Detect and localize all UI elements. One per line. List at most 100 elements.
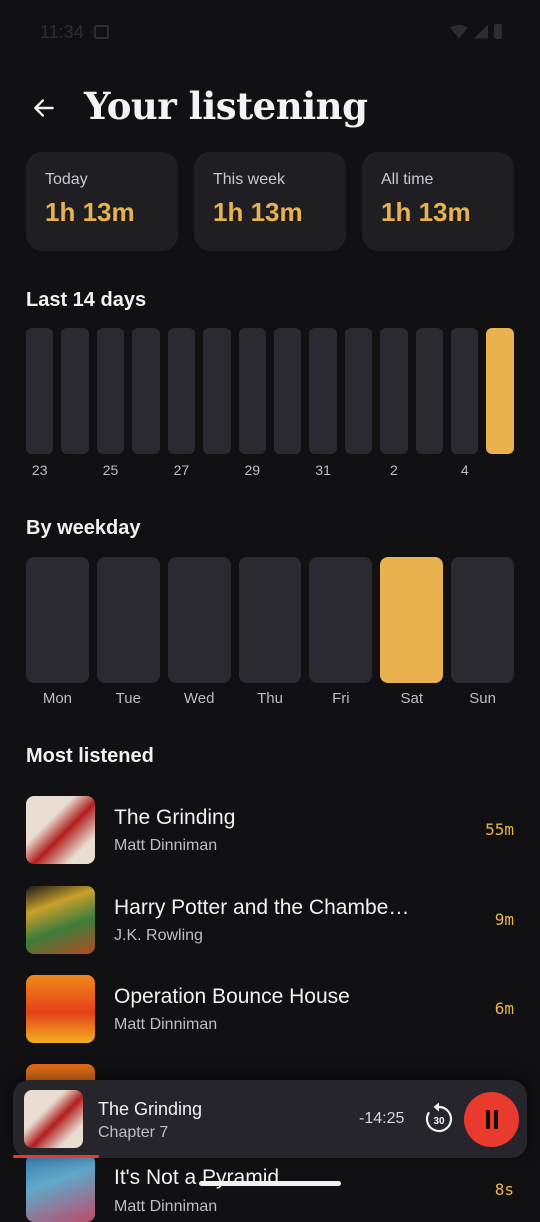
page-title: Your listening — [84, 84, 368, 128]
listen-time: 6m — [494, 999, 514, 1018]
book-cover — [26, 796, 95, 864]
day-tick-label: 4 — [460, 462, 469, 478]
day-bar — [238, 328, 266, 454]
day-bar — [309, 328, 337, 454]
status-bar: 11:34 — [0, 0, 540, 66]
weekday-bar — [26, 557, 89, 683]
pause-button[interactable] — [464, 1092, 519, 1147]
day-bar — [203, 328, 231, 454]
day-bar — [61, 328, 89, 454]
book-title: Operation Bounce House — [114, 985, 350, 1008]
listen-time: 55m — [485, 820, 514, 839]
weekday-bar — [167, 557, 231, 683]
day-tick-label: 31 — [315, 462, 331, 478]
stat-card-all-time: All time 1h 13m — [362, 152, 514, 251]
day-tick-label: 2 — [390, 462, 398, 478]
cell-signal-icon — [474, 24, 488, 39]
day-tick-label: 25 — [102, 462, 119, 478]
weekday-label: Tue — [115, 690, 141, 707]
list-item[interactable]: Operation Bounce House Matt Dinniman 6m — [26, 975, 514, 1043]
day-tick-label — [416, 462, 443, 478]
weekday-label: Mon — [42, 690, 73, 707]
home-indicator[interactable] — [199, 1181, 341, 1186]
weekday-chart — [26, 557, 515, 683]
day-tick-label — [274, 462, 301, 478]
by-weekday-heading: By weekday — [26, 517, 141, 539]
book-author: J.K. Rowling — [114, 927, 203, 944]
day-tick-label — [486, 462, 513, 478]
day-tick-label — [345, 462, 372, 478]
player-chapter: Chapter 7 — [98, 1124, 169, 1141]
weekday-bar — [238, 557, 302, 683]
book-title: Harry Potter and the Chamber of Secrets — [114, 896, 414, 919]
playback-progress-bar — [13, 1155, 99, 1158]
stat-value: 1h 13m — [381, 197, 471, 227]
weekday-label: Thu — [257, 690, 283, 707]
list-item[interactable]: It's Not a Pyramid Matt Dinniman 8s — [26, 1154, 514, 1222]
weekday-bar — [380, 557, 444, 683]
weekday-axis: Mon Tue Wed Thu Fri Sat Sun — [26, 690, 514, 707]
back-button[interactable] — [24, 88, 64, 128]
book-cover — [26, 886, 95, 954]
day-bar — [451, 328, 479, 454]
stat-label: This week — [213, 171, 286, 188]
day-bar — [96, 328, 125, 454]
weekday-label: Fri — [332, 690, 350, 707]
book-author: Matt Dinniman — [114, 1198, 218, 1215]
last-14-days-chart — [26, 328, 514, 454]
book-title: It's Not a Pyramid — [114, 1166, 280, 1189]
arrow-left-icon — [34, 99, 54, 117]
weekday-label: Sun — [469, 690, 496, 707]
stat-card-today: Today 1h 13m — [26, 152, 178, 251]
weekday-label: Sat — [400, 690, 423, 707]
listen-time: 9m — [494, 910, 514, 929]
time-remaining: -14:25 — [359, 1110, 405, 1127]
book-cover — [26, 975, 95, 1043]
list-item[interactable]: The Grinding Matt Dinniman 55m — [26, 796, 514, 864]
rewind-30-button[interactable]: 30 — [421, 1101, 457, 1137]
stat-card-this-week: This week 1h 13m — [194, 152, 346, 251]
battery-icon — [494, 24, 502, 39]
day-bar — [344, 328, 373, 454]
stat-value: 1h 13m — [45, 197, 135, 227]
day-tick-label — [61, 462, 88, 478]
stat-value: 1h 13m — [213, 197, 303, 227]
day-bar — [167, 328, 196, 454]
day-tick-label — [203, 462, 230, 478]
weekday-bar — [309, 557, 373, 683]
listen-time: 8s — [494, 1180, 514, 1199]
player-cover — [24, 1090, 83, 1148]
day-bar — [380, 328, 408, 454]
status-time: 11:34 — [40, 22, 84, 42]
pause-icon — [485, 1110, 490, 1129]
day-bar — [486, 328, 514, 454]
book-author: Matt Dinniman — [114, 837, 218, 854]
stats-cards: Today 1h 13m This week 1h 13m All time 1… — [26, 152, 514, 251]
book-cover — [26, 1154, 95, 1222]
skip-seconds-label: 30 — [433, 1116, 445, 1127]
last-14-days-axis: 23 25 27 29 31 2 4 — [26, 462, 514, 478]
weekday-bar — [451, 557, 515, 683]
day-tick-label: 23 — [31, 462, 48, 478]
most-listened-heading: Most listened — [26, 745, 154, 767]
wifi-icon — [450, 24, 468, 39]
weekday-label: Wed — [183, 690, 215, 707]
day-bar — [415, 328, 444, 454]
book-author: Matt Dinniman — [114, 1016, 218, 1033]
last-14-days-heading: Last 14 days — [26, 289, 147, 311]
player-title: The Grinding — [98, 1099, 203, 1119]
pause-icon — [493, 1110, 498, 1129]
day-bar — [26, 328, 54, 454]
day-bar — [273, 328, 302, 454]
stat-label: Today — [45, 171, 88, 188]
stat-label: All time — [381, 171, 434, 188]
list-item[interactable]: Harry Potter and the Chamber of Secrets … — [26, 886, 514, 954]
screenshot-notification-icon — [94, 25, 109, 39]
weekday-bar — [96, 557, 160, 683]
day-tick-label — [132, 462, 159, 478]
book-title: The Grinding — [114, 806, 236, 829]
day-bar — [132, 328, 160, 454]
mini-player[interactable]: The Grinding Chapter 7 -14:25 30 — [13, 1080, 527, 1158]
day-tick-label: 29 — [244, 462, 261, 478]
day-tick-label: 27 — [173, 462, 190, 478]
